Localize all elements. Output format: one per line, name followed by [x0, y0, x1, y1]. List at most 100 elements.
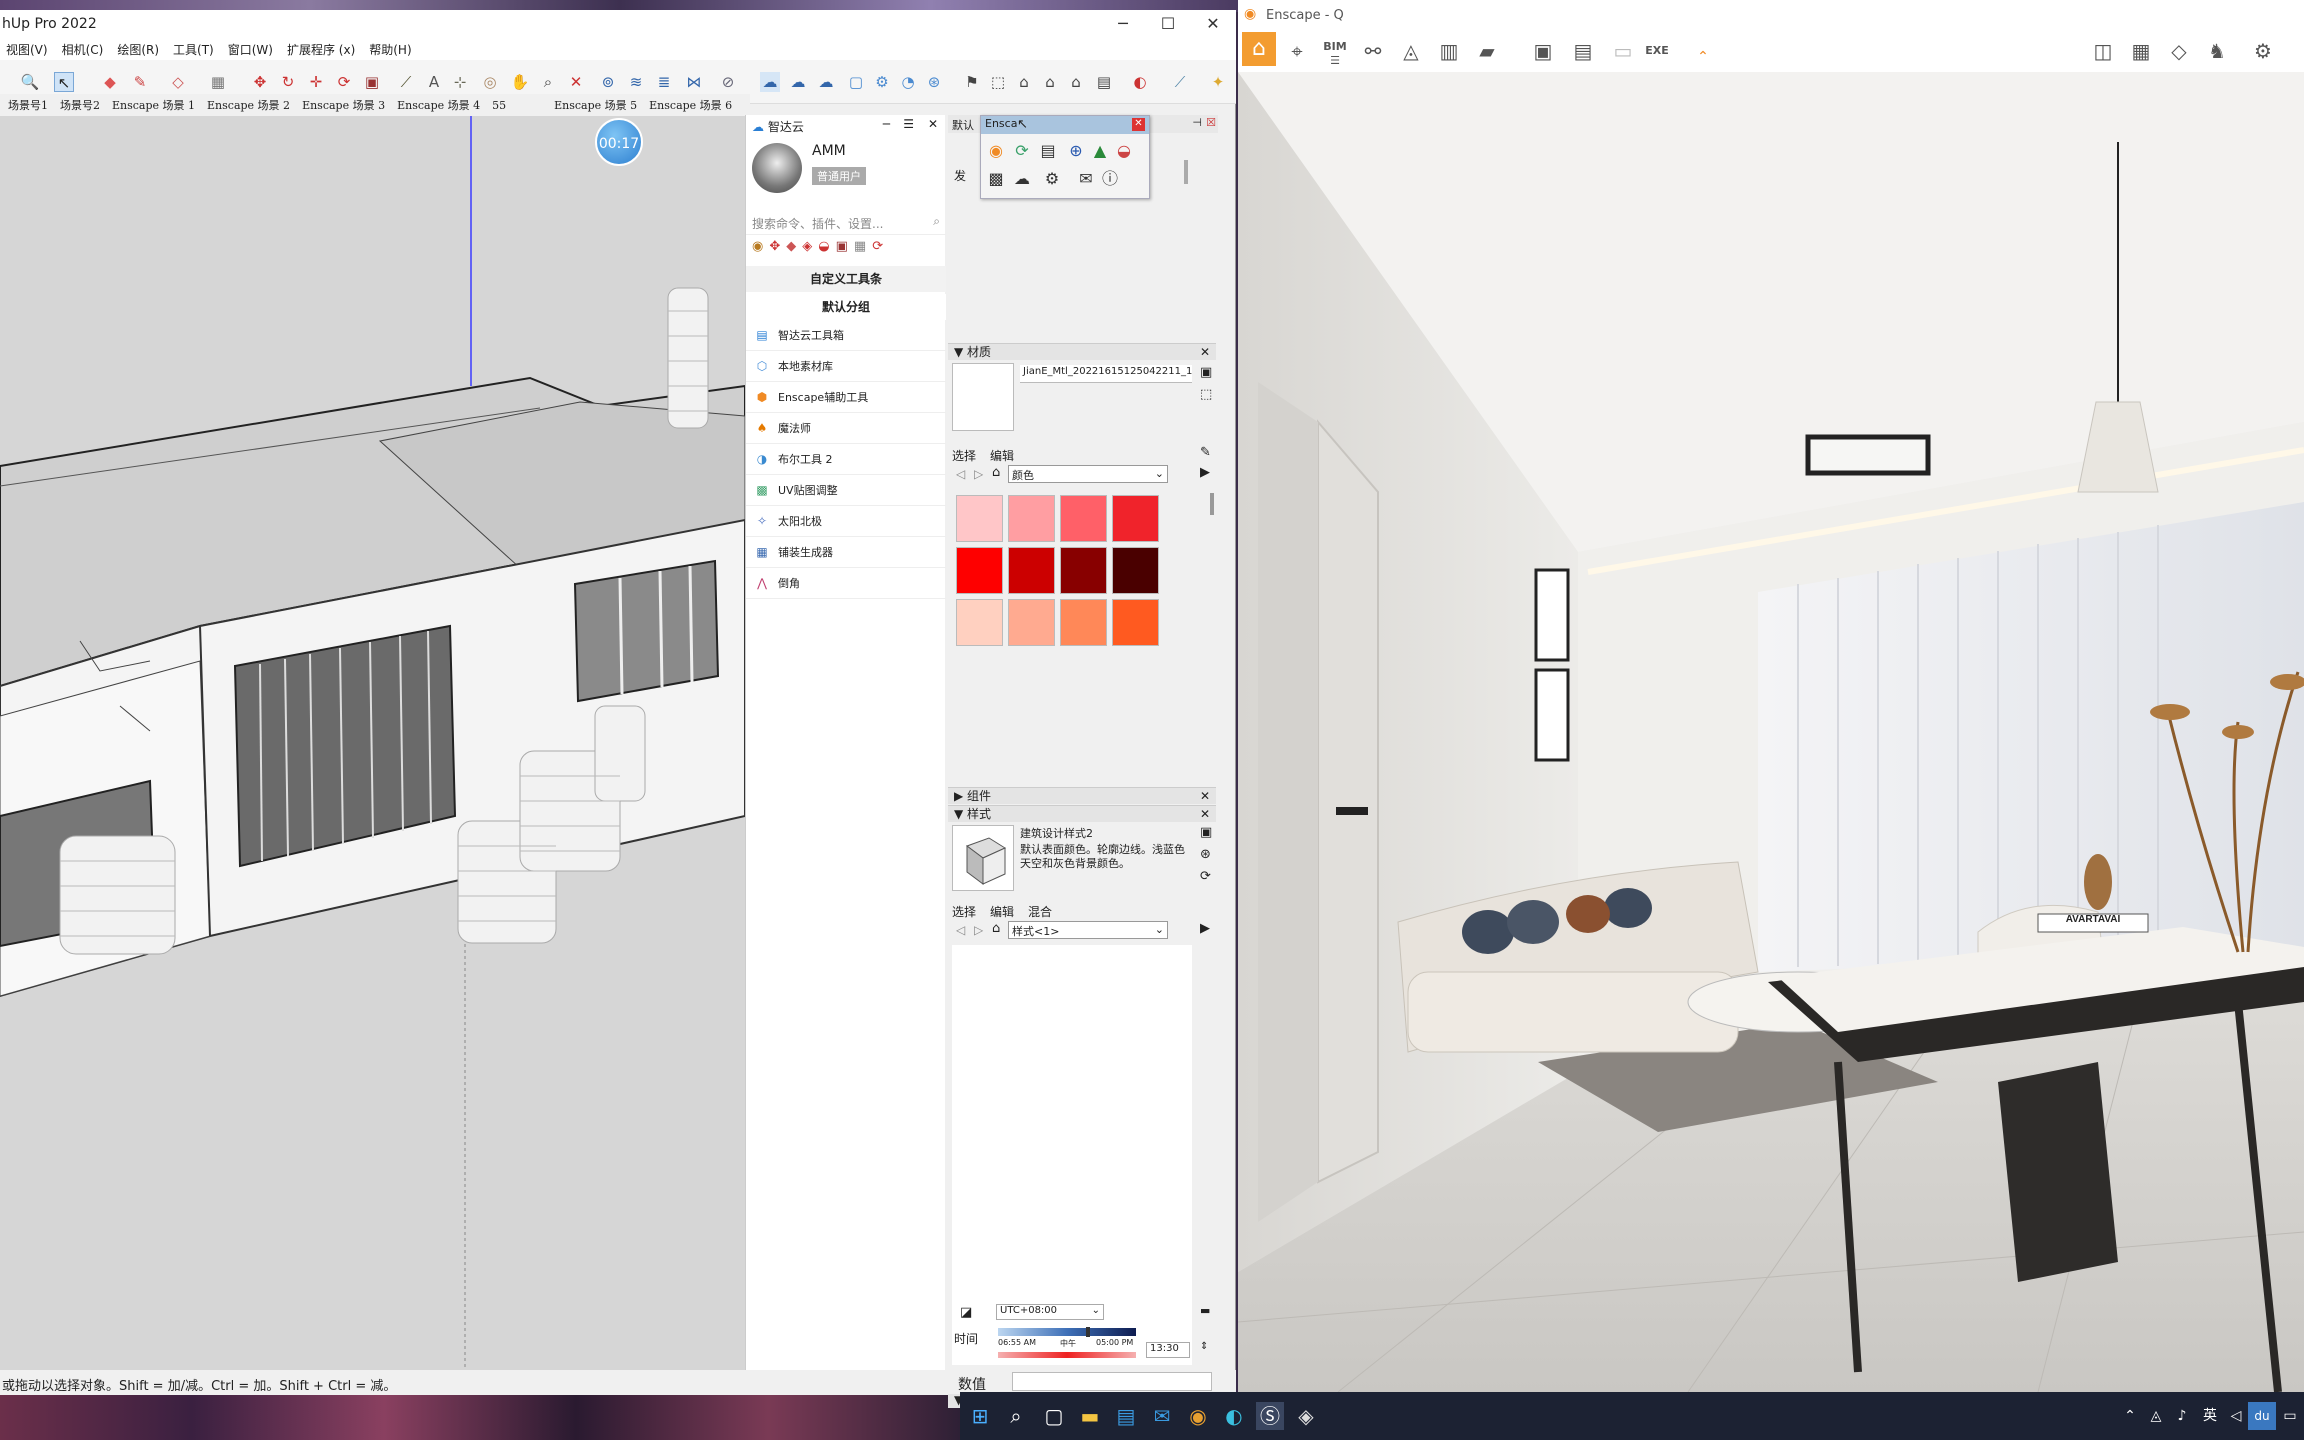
- notification-icon[interactable]: ▭: [2276, 1402, 2304, 1430]
- checker-icon[interactable]: ▩: [985, 168, 1007, 190]
- view-iso-icon[interactable]: ▢: [846, 72, 866, 92]
- paint-icon[interactable]: ◇: [168, 72, 188, 92]
- extension-icon[interactable]: ◐: [1130, 72, 1150, 92]
- scene-tab[interactable]: Enscape 场景 2: [207, 97, 290, 113]
- view-top-icon[interactable]: ⚙: [872, 72, 892, 92]
- menu-window[interactable]: 窗口(W): [228, 41, 273, 58]
- back-icon[interactable]: ◁: [956, 923, 965, 937]
- speaker-icon[interactable]: ◁: [2222, 1402, 2250, 1430]
- warehouse-icon[interactable]: ⚑: [962, 72, 982, 92]
- eyedropper-icon[interactable]: ✎: [1200, 445, 1211, 460]
- clapper-icon[interactable]: ▰: [1472, 36, 1502, 66]
- scene-tab[interactable]: Enscape 场景 6: [649, 97, 732, 113]
- enscape-taskbar-icon[interactable]: ◈: [1292, 1402, 1320, 1430]
- search-icon[interactable]: ⌕: [933, 214, 940, 229]
- mail-icon[interactable]: ✉: [1148, 1402, 1176, 1430]
- scene-tab[interactable]: 55: [492, 99, 506, 112]
- map-icon[interactable]: ◫: [2088, 36, 2118, 66]
- tab-mix[interactable]: 混合: [1028, 903, 1052, 920]
- list-item[interactable]: ✧ 太阳北极: [746, 506, 946, 537]
- close-icon[interactable]: ☒: [1206, 116, 1216, 129]
- rotate-icon[interactable]: ↻: [278, 72, 298, 92]
- color-swatch[interactable]: [1060, 599, 1107, 646]
- color-swatch[interactable]: [1008, 547, 1055, 594]
- color-swatch[interactable]: [1060, 547, 1107, 594]
- list-item[interactable]: ♠ 魔法师: [746, 413, 946, 444]
- orbit-icon[interactable]: ◎: [480, 72, 500, 92]
- zoom-tool-icon[interactable]: ⌕: [538, 72, 558, 92]
- close-icon[interactable]: ✕: [1132, 118, 1145, 131]
- zoom-extents-icon[interactable]: ✕: [566, 72, 586, 92]
- close-button[interactable]: ✕: [1190, 10, 1236, 38]
- tray-chevron-icon[interactable]: ⌃: [2116, 1402, 2144, 1430]
- home-icon[interactable]: ⌂: [992, 921, 1000, 936]
- close-icon[interactable]: ✕: [928, 117, 938, 131]
- view-right-icon[interactable]: ⊛: [924, 72, 944, 92]
- push-pull-icon[interactable]: ▦: [208, 72, 228, 92]
- tab-select[interactable]: 选择: [952, 447, 976, 464]
- live-update-icon[interactable]: ⟳: [1011, 140, 1033, 162]
- color-swatch[interactable]: [956, 547, 1003, 594]
- pin-icon[interactable]: ⊣: [1192, 116, 1202, 129]
- select-icon[interactable]: ↖: [54, 72, 74, 92]
- object-icon[interactable]: ◇: [2164, 36, 2194, 66]
- color-swatch[interactable]: [956, 599, 1003, 646]
- refresh-icon[interactable]: ⟳: [1200, 869, 1211, 884]
- move-icon[interactable]: ✥: [769, 239, 780, 263]
- ime-indicator[interactable]: 英: [2196, 1402, 2224, 1430]
- style-collection-select[interactable]: 样式<1> ⌄: [1008, 921, 1168, 939]
- follow-icon[interactable]: ◒: [818, 239, 829, 263]
- forward-icon[interactable]: ▷: [974, 467, 983, 481]
- cloud-icon[interactable]: ☁: [760, 72, 780, 92]
- tool-icon[interactable]: ◉: [752, 239, 763, 263]
- avatar[interactable]: [752, 143, 802, 193]
- menu-camera[interactable]: 相机(C): [62, 41, 104, 58]
- zoom-icon[interactable]: 🔍: [20, 72, 40, 92]
- sync-views-icon[interactable]: ▤: [1037, 140, 1059, 162]
- info-icon[interactable]: ⓘ: [1099, 168, 1121, 190]
- back-icon[interactable]: ◁: [956, 467, 965, 481]
- custom-toolbar-header[interactable]: 自定义工具条: [746, 266, 946, 292]
- location-icon[interactable]: ⌖: [1282, 36, 1312, 66]
- color-swatch[interactable]: [1008, 495, 1055, 542]
- time-slider[interactable]: 06:55 AM 中午 05:00 PM: [998, 1327, 1136, 1348]
- search-icon[interactable]: ⌕: [1002, 1402, 1030, 1430]
- pencil-icon[interactable]: ✎: [130, 72, 150, 92]
- maximize-button[interactable]: ☐: [1145, 10, 1191, 38]
- menu-view[interactable]: 视图(V): [6, 41, 48, 58]
- refresh-icon[interactable]: ⟳: [872, 239, 883, 263]
- close-icon[interactable]: ✕: [1200, 344, 1210, 361]
- pointer-icon[interactable]: ✦: [1208, 72, 1228, 92]
- task-view-icon[interactable]: ▢: [1040, 1402, 1068, 1430]
- create-material-icon[interactable]: ▣: [1200, 365, 1212, 380]
- list-item[interactable]: ▩ UV贴图调整: [746, 475, 946, 506]
- plugin-search-input[interactable]: 搜索命令、插件、设置... ⌕: [746, 211, 946, 235]
- menu-draw[interactable]: 绘图(R): [117, 41, 159, 58]
- scene-tab[interactable]: Enscape 场景 3: [302, 97, 385, 113]
- menu-extensions[interactable]: 扩展程序 (x): [287, 41, 355, 58]
- list-item[interactable]: ⬡ 本地素材库: [746, 351, 946, 382]
- cloud-sync-icon[interactable]: ☁: [788, 72, 808, 92]
- model-viewport[interactable]: [0, 116, 745, 1370]
- pan-icon[interactable]: ✋: [510, 72, 530, 92]
- house2-icon[interactable]: ⌂: [1040, 72, 1060, 92]
- cloud-share-icon[interactable]: ☁: [816, 72, 836, 92]
- material-default-icon[interactable]: ⬚: [1200, 387, 1212, 402]
- bim-button[interactable]: BIM ☰: [1320, 36, 1350, 67]
- details-icon[interactable]: ▶: [1200, 921, 1210, 936]
- push-icon[interactable]: ◈: [802, 239, 812, 263]
- scene-tab[interactable]: 场景号2: [60, 97, 100, 113]
- color-swatch[interactable]: [1060, 495, 1107, 542]
- scale-icon[interactable]: ✛: [306, 72, 326, 92]
- stamp-icon[interactable]: ≣: [654, 72, 674, 92]
- smoove-icon[interactable]: ≋: [626, 72, 646, 92]
- follow-me-icon[interactable]: ▣: [362, 72, 382, 92]
- asset-icon[interactable]: ◒: [1113, 140, 1135, 162]
- minimize-button[interactable]: ─: [1100, 10, 1146, 38]
- material-category-select[interactable]: 颜色 ⌄: [1008, 465, 1168, 483]
- scene-tab[interactable]: 场景号1: [8, 97, 48, 113]
- panorama-icon[interactable]: ▭: [1608, 36, 1638, 66]
- details-icon[interactable]: ▬: [1200, 1304, 1210, 1317]
- menu-icon[interactable]: ☰: [903, 117, 914, 131]
- scrollbar[interactable]: [1210, 493, 1214, 515]
